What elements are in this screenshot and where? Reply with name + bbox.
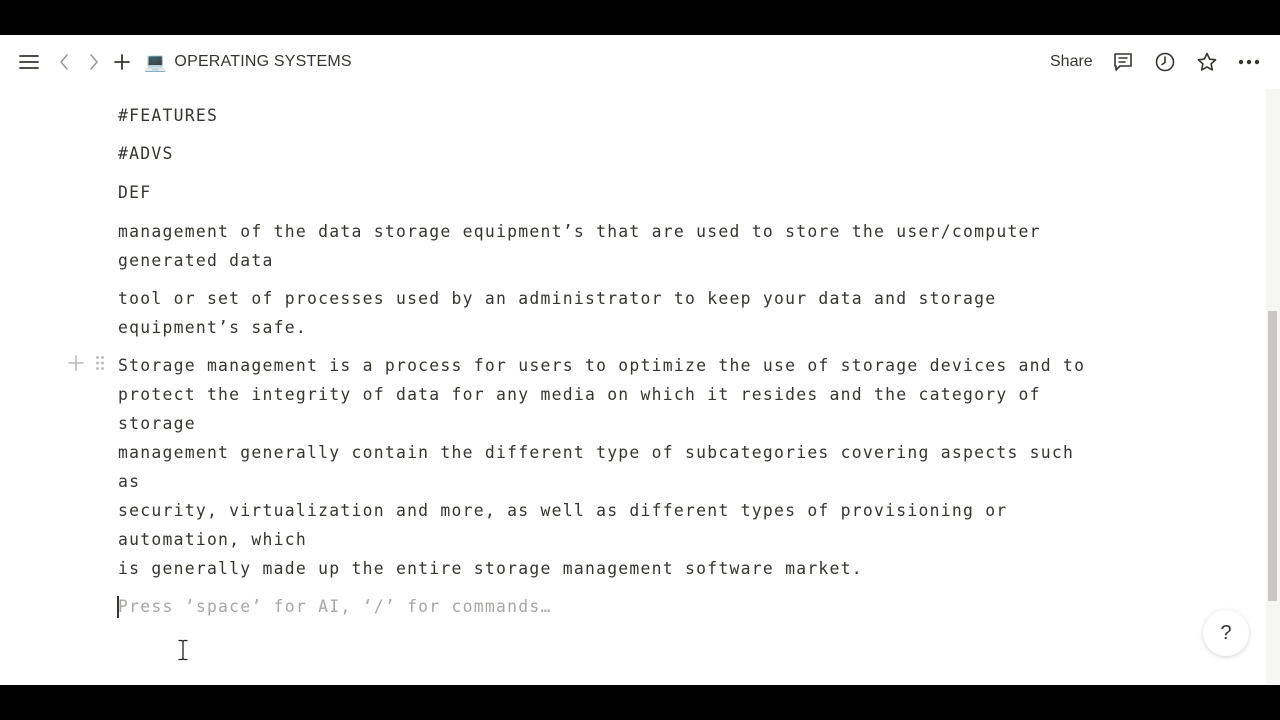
add-block-icon[interactable] — [66, 353, 86, 373]
text-block-tool[interactable]: tool or set of processes used by an admi… — [118, 284, 1158, 342]
text-block-advs[interactable]: #ADVS — [118, 139, 1158, 168]
app-window: 💻 OPERATING SYSTEMS Share #FEATURES #ADV… — [0, 35, 1280, 685]
share-button[interactable]: Share — [1042, 49, 1101, 75]
text-caret — [117, 596, 119, 618]
hamburger-menu-icon[interactable] — [14, 49, 44, 75]
help-button[interactable]: ? — [1203, 610, 1249, 656]
chevron-right-icon[interactable] — [82, 49, 106, 75]
laptop-emoji-icon: 💻 — [144, 52, 167, 72]
vertical-scrollbar[interactable] — [1266, 89, 1280, 685]
text-block-def[interactable]: DEF — [118, 178, 1158, 207]
ellipsis-icon[interactable] — [1236, 49, 1262, 75]
text-block-features[interactable]: #FEATURES — [118, 101, 1158, 130]
star-icon[interactable] — [1194, 49, 1220, 75]
scrollbar-thumb[interactable] — [1268, 311, 1277, 601]
text-block-definition[interactable]: management of the data storage equipment… — [118, 217, 1158, 275]
text-cursor-icon — [176, 639, 190, 661]
clock-icon[interactable] — [1152, 49, 1178, 75]
page-content: #FEATURES #ADVS DEF management of the da… — [0, 89, 1266, 685]
text-block-storage-management[interactable]: Storage management is a process for user… — [118, 351, 1158, 583]
empty-block-placeholder[interactable]: Press ‘space’ for AI, ‘/’ for commands… — [118, 592, 1158, 621]
comment-icon[interactable] — [1110, 49, 1136, 75]
page-title: OPERATING SYSTEMS — [174, 53, 352, 70]
chevron-left-icon[interactable] — [52, 49, 76, 75]
plus-icon[interactable] — [110, 49, 134, 75]
top-bar: 💻 OPERATING SYSTEMS Share — [0, 35, 1280, 89]
breadcrumb-page[interactable]: 💻 OPERATING SYSTEMS — [144, 49, 352, 75]
drag-handle-icon[interactable] — [92, 353, 108, 373]
